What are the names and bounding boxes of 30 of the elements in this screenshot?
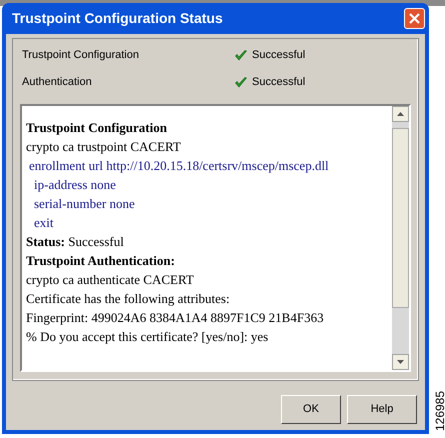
config-line: serial-number none: [33, 195, 136, 213]
scroll-down-button[interactable]: [392, 354, 409, 370]
log-line: crypto ca trustpoint CACERT: [26, 138, 182, 156]
config-line: exit: [33, 214, 54, 232]
close-button[interactable]: [404, 8, 425, 29]
checkmark-icon: [235, 50, 247, 60]
status-label: Authentication: [22, 74, 93, 90]
down-arrow-icon: [397, 360, 404, 364]
checkmark-icon: [235, 76, 247, 88]
figure-number: 126985: [432, 390, 445, 432]
log-heading: Trustpoint Configuration: [26, 119, 168, 137]
log-line: Fingerprint: 499024A6 8384A1A4 8897F1C9 21B4F363: [26, 309, 325, 327]
log-line: Certificate has the following attributes:: [26, 290, 231, 308]
config-line: enrollment url http://10.20.15.18/certsrv/mscep/mscep.dll: [28, 157, 330, 175]
close-icon: [409, 13, 420, 24]
status-value: Successful: [252, 48, 306, 63]
log-heading: Trustpoint Authentication:: [26, 252, 176, 270]
status-label: Trustpoint Configuration: [22, 48, 140, 63]
scroll-thumb[interactable]: [392, 128, 409, 308]
dialog-button[interactable]: Help: [347, 395, 417, 424]
scrollbar[interactable]: [392, 106, 409, 370]
log-line: % Do you accept this certificate? [yes/no]: yes: [26, 328, 270, 346]
up-arrow-icon: [397, 112, 404, 116]
status-value: Successful: [252, 74, 306, 90]
config-line: ip-address none: [33, 176, 117, 194]
log-line: crypto ca authenticate CACERT: [26, 271, 195, 289]
scroll-up-button[interactable]: [392, 106, 409, 122]
dialog-button[interactable]: OK: [281, 395, 341, 424]
log-line: Status: Successful: [26, 233, 125, 251]
window-title: Trustpoint Configuration Status: [12, 9, 223, 28]
